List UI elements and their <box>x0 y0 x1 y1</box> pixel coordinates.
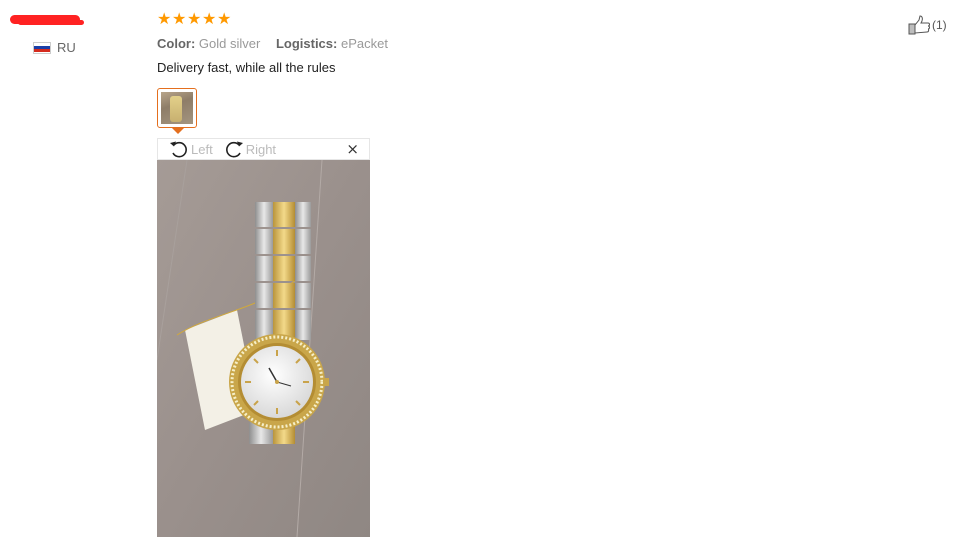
like-button[interactable]: (1) <box>908 15 947 35</box>
star-icon: ★ <box>157 9 172 28</box>
star-rating: ★ ★ ★ ★ ★ <box>157 9 857 30</box>
rotate-right-button[interactable]: Right <box>223 139 276 159</box>
reviewer-country: RU <box>33 40 76 55</box>
like-count: (1) <box>932 18 947 32</box>
rotate-left-icon <box>170 141 187 158</box>
color-value: Gold silver <box>198 36 261 51</box>
star-icon: ★ <box>202 9 217 28</box>
close-viewer-button[interactable]: × <box>346 140 359 158</box>
rotate-left-label: Left <box>191 141 213 157</box>
rotate-right-label: Right <box>245 141 277 157</box>
review-body: ★ ★ ★ ★ ★ Color: Gold silver Logistics: … <box>157 9 857 76</box>
redacted-username <box>10 15 80 24</box>
reviewer-info: RU <box>0 0 140 80</box>
rotate-right-icon <box>225 141 243 158</box>
logistics-value: ePacket <box>340 36 388 51</box>
star-icon: ★ <box>217 9 232 28</box>
thumbnail-pointer <box>172 128 184 134</box>
review-meta: Color: Gold silver Logistics: ePacket <box>157 36 857 51</box>
image-viewer-toolbar: Left Right × <box>157 138 370 160</box>
logistics-attribute: Logistics: ePacket <box>276 36 388 51</box>
thumbs-up-icon <box>908 15 930 35</box>
review-comment: Delivery fast, while all the rules <box>157 60 336 75</box>
rotate-left-button[interactable]: Left <box>168 139 213 159</box>
country-code: RU <box>57 40 76 55</box>
thumbnail-image <box>161 92 193 124</box>
russia-flag-icon <box>33 41 51 54</box>
watch-photo-image <box>157 160 370 537</box>
star-icon: ★ <box>172 9 187 28</box>
review-photo-thumbnail[interactable] <box>157 88 197 128</box>
color-label: Color: <box>157 36 196 51</box>
logistics-label: Logistics: <box>275 36 338 51</box>
enlarged-review-photo <box>157 160 370 537</box>
star-icon: ★ <box>187 9 202 28</box>
color-attribute: Color: Gold silver <box>157 36 264 51</box>
